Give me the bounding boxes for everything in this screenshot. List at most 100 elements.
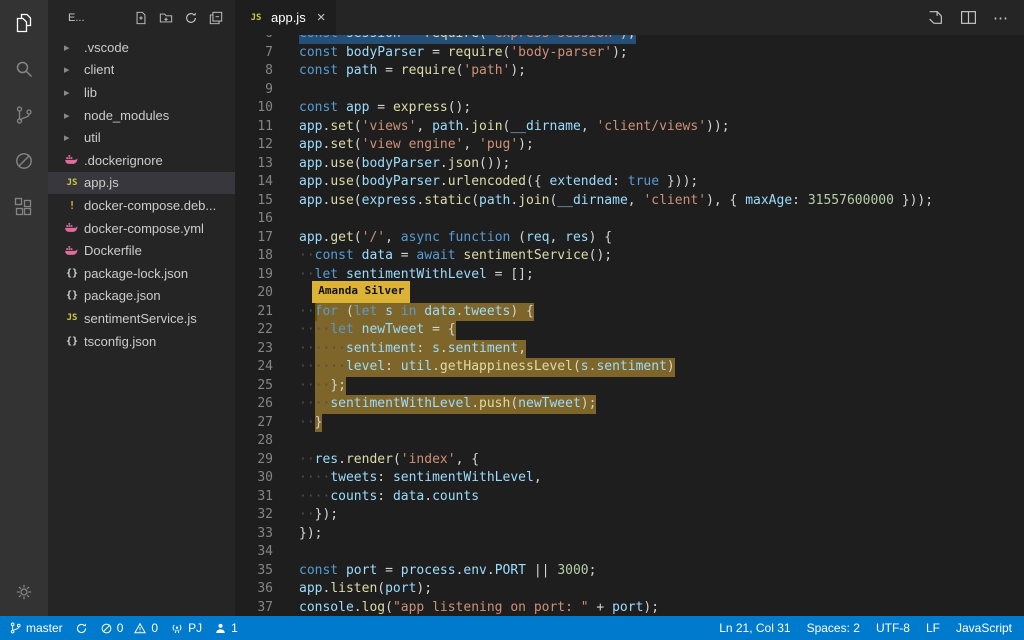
code-line-18[interactable]: 18··const data = await sentimentService(… [235,247,1024,266]
code-line-33[interactable]: 33}); [235,525,1024,544]
code-line-12[interactable]: 12app.set('view engine', 'pug'); [235,136,1024,155]
open-changes-icon[interactable] [927,9,944,26]
token: : [416,341,432,356]
code-line-13[interactable]: 13app.use(bodyParser.json()); [235,155,1024,174]
code-line-15[interactable]: 15app.use(express.static(path.join(__dir… [235,192,1024,211]
code-tokens: app.use(bodyParser.json()); [299,155,510,174]
token [338,35,346,41]
line-number: 17 [235,229,273,248]
sidebar-header: E... [48,0,235,35]
participants-status[interactable]: 1 [214,621,238,635]
code-editor[interactable]: 6const session = require('express-sessio… [235,35,1024,616]
token: true [628,174,659,189]
code-line-11[interactable]: 11app.set('views', path.join(__dirname, … [235,118,1024,137]
explorer-icon[interactable] [0,0,48,46]
encoding[interactable]: UTF-8 [876,621,910,635]
source-control-icon[interactable] [0,92,48,138]
git-branch-status[interactable]: master [9,621,63,635]
code-line-25[interactable]: 25····}; [235,377,1024,396]
tree-item-app-js[interactable]: JSapp.js [48,172,235,195]
problems-status[interactable]: 0 0 [100,621,158,635]
cursor-position[interactable]: Ln 21, Col 31 [719,621,790,635]
token: 'pug' [479,137,518,152]
settings-gear-icon[interactable] [0,568,48,616]
code-line-30[interactable]: 30····tweets: sentimentWithLevel, [235,469,1024,488]
token: sentimentWithLevel [346,267,487,282]
tree-item-client[interactable]: ▸client [48,59,235,82]
new-file-icon[interactable] [134,11,148,25]
tree-item-node-modules[interactable]: ▸node_modules [48,104,235,127]
code-line-14[interactable]: 14app.use(bodyParser.urlencoded({ extend… [235,173,1024,192]
tree-item-dockerignore[interactable]: .dockerignore [48,149,235,172]
search-icon[interactable] [0,46,48,92]
code-line-29[interactable]: 29··res.render('index', { [235,451,1024,470]
close-tab-icon[interactable]: × [317,9,326,26]
code-line-36[interactable]: 36app.listen(port); [235,580,1024,599]
token [338,563,346,578]
tree-item-package-json[interactable]: {}package.json [48,285,235,308]
tree-item-docker-compose-deb[interactable]: !docker-compose.deb... [48,194,235,217]
token: , { [456,452,479,467]
code-line-26[interactable]: 26····sentimentWithLevel.push(newTweet); [235,395,1024,414]
token: path [479,193,510,208]
code-line-37[interactable]: 37console.log("app listening on port: " … [235,599,1024,617]
warning-icon [133,622,147,635]
token: 'body-parser' [510,45,612,60]
line-number: 16 [235,210,273,229]
token: async [401,230,440,245]
code-line-10[interactable]: 10const app = express(); [235,99,1024,118]
code-line-24[interactable]: 24······level: util.getHappinessLevel(s.… [235,358,1024,377]
eol-sequence[interactable]: LF [926,621,940,635]
sync-status[interactable] [75,622,88,635]
more-actions-icon[interactable]: ⋯ [993,9,1009,27]
debug-icon[interactable] [0,138,48,184]
code-line-34[interactable]: 34 [235,543,1024,562]
code-tokens: app.get('/', async function (req, res) { [299,229,612,248]
main-area: E... [0,0,1024,616]
language-mode[interactable]: JavaScript [956,621,1012,635]
tree-item-docker-compose-yml[interactable]: docker-compose.yml [48,217,235,240]
token: = [369,100,392,115]
tree-item-dockerfile[interactable]: Dockerfile [48,239,235,262]
folder-chevron-icon: ▸ [64,86,70,99]
code-line-32[interactable]: 32··}); [235,506,1024,525]
tab-app-js[interactable]: JS app.js × [235,0,336,35]
extensions-icon[interactable] [0,184,48,230]
code-line-28[interactable]: 28 [235,432,1024,451]
token [338,267,346,282]
tree-item-lib[interactable]: ▸lib [48,81,235,104]
liveshare-session[interactable]: PJ [170,621,202,635]
code-tokens: const port = process.env.PORT || 3000; [299,562,596,581]
code-line-22[interactable]: 22····let newTweet = { [235,321,1024,340]
code-line-35[interactable]: 35const port = process.env.PORT || 3000; [235,562,1024,581]
line-number: 29 [235,451,273,470]
new-folder-icon[interactable] [159,11,173,25]
code-line-17[interactable]: 17 app.get('/', async function (req, res)… [235,229,1024,248]
collapse-all-icon[interactable] [209,11,223,25]
token: , [628,193,644,208]
code-line-9[interactable]: 9 [235,81,1024,100]
code-line-7[interactable]: 7const bodyParser = require('body-parser… [235,44,1024,63]
code-line-21[interactable]: 21··for (let s in data.tweets) {Amanda S… [235,303,1024,322]
tree-item-util[interactable]: ▸util [48,126,235,149]
code-line-16[interactable]: 16 [235,210,1024,229]
line-number: 7 [235,44,273,63]
token: PORT [495,563,526,578]
code-line-23[interactable]: 23······sentiment: s.sentiment, [235,340,1024,359]
refresh-icon[interactable] [184,11,198,25]
token: , [550,230,566,245]
tree-item-vscode[interactable]: ▸.vscode [48,36,235,59]
tree-item-label: docker-compose.yml [84,221,204,236]
code-line-8[interactable]: 8const path = require('path'); [235,62,1024,81]
tree-item-tsconfig-json[interactable]: {}tsconfig.json [48,330,235,353]
code-line-6[interactable]: 6const session = require('express-sessio… [235,35,1024,44]
tree-item-sentimentservice-js[interactable]: JSsentimentService.js [48,307,235,330]
token: const [299,35,338,41]
indentation[interactable]: Spaces: 2 [807,621,860,635]
code-line-27[interactable]: 27··} [235,414,1024,433]
tree-item-package-lock-json[interactable]: {}package-lock.json [48,262,235,285]
tab-bar: JS app.js × ⋯ [235,0,1024,35]
code-line-31[interactable]: 31····counts: data.counts [235,488,1024,507]
split-editor-icon[interactable] [960,9,977,26]
code-tokens: app.use(bodyParser.urlencoded({ extended… [299,173,698,192]
